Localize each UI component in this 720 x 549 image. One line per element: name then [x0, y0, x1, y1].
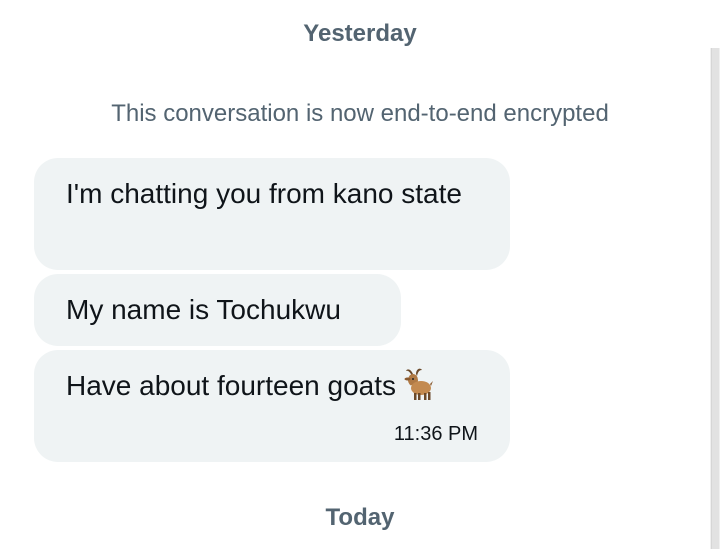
scrollbar-thumb[interactable]	[711, 48, 719, 549]
message-text: My name is Tochukwu	[66, 294, 341, 325]
message-timestamp: 11:36 PM	[393, 423, 478, 445]
date-separator-yesterday: Yesterday	[303, 20, 417, 47]
encryption-notice: This conversation is now end-to-end encr…	[111, 100, 609, 127]
goat-emoji-icon	[404, 367, 434, 401]
message-text: I'm chatting you from kano state	[66, 178, 462, 209]
conversation-view: Yesterday This conversation is now end-t…	[0, 0, 720, 549]
scrollbar-track[interactable]	[710, 48, 720, 549]
date-separator-today: Today	[325, 504, 395, 531]
message-bubble[interactable]: Have about fourteen goats 11:36 PM	[34, 350, 510, 462]
message-text: Have about fourteen goats	[66, 370, 397, 401]
message-bubble[interactable]: My name is Tochukwu	[34, 274, 401, 346]
message-bubble[interactable]: I'm chatting you from kano state	[34, 158, 510, 270]
